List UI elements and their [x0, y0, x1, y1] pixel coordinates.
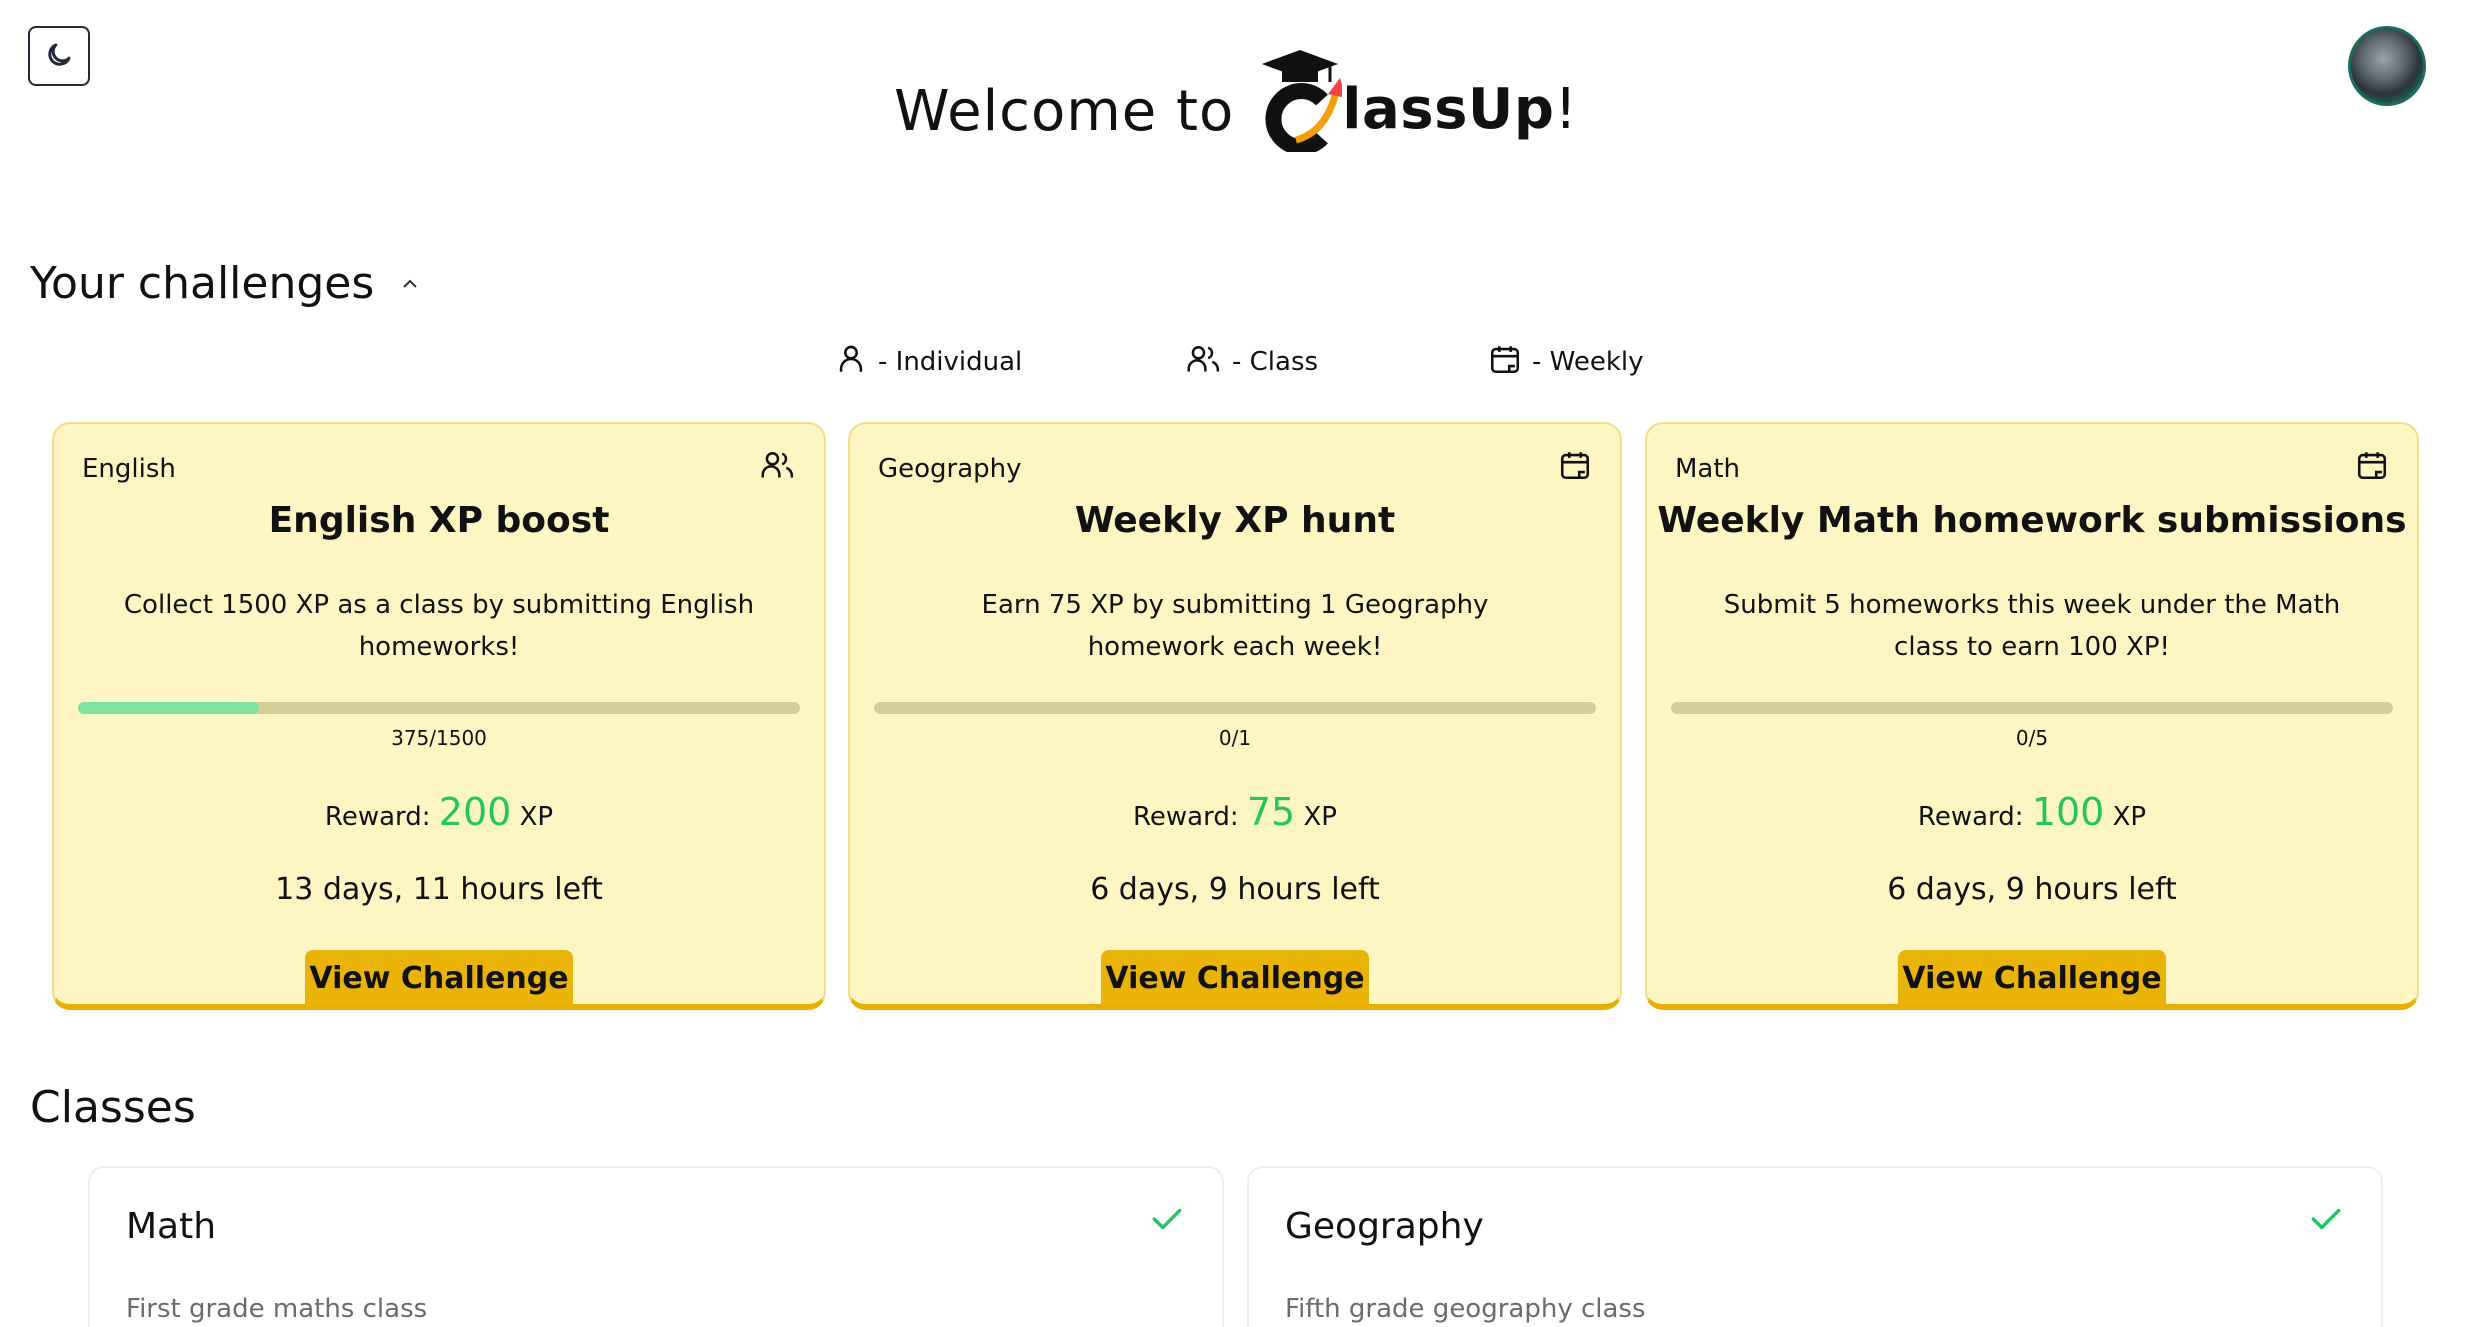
reward-line: Reward: 100 XP — [1647, 790, 2417, 834]
calendar-icon — [1488, 342, 1522, 383]
check-icon — [1150, 1204, 1184, 1238]
progress-fill — [78, 702, 259, 714]
user-icon — [834, 342, 868, 383]
time-left: 6 days, 9 hours left — [1090, 872, 1380, 907]
card-description: Collect 1500 XP as a class by submitting… — [123, 590, 755, 662]
reward-prefix: Reward: — [324, 802, 431, 832]
progress-label: 375/1500 — [391, 726, 487, 750]
card-title: English XP boost — [268, 500, 610, 541]
class-name: Math — [126, 1206, 217, 1247]
user-avatar[interactable] — [2348, 26, 2426, 106]
progress-bar — [78, 702, 800, 714]
view-challenge-button[interactable]: View Challenge — [1898, 950, 2166, 1006]
challenges-title: Your challenges — [30, 258, 375, 309]
card-description: Submit 5 homeworks this week under the M… — [1723, 590, 2341, 662]
classup-logo: lassUp ! — [1256, 42, 1577, 155]
class-card-geography[interactable]: Geography Fifth grade geography class — [1247, 1166, 2383, 1327]
card-subject: English — [82, 454, 176, 484]
users-icon — [1186, 342, 1222, 383]
class-description: First grade maths class — [126, 1294, 428, 1324]
time-left: 13 days, 11 hours left — [275, 872, 603, 907]
classes-title: Classes — [30, 1082, 196, 1133]
check-icon — [2309, 1204, 2343, 1238]
class-name: Geography — [1285, 1206, 1484, 1247]
challenges-section-title[interactable]: Your challenges — [30, 258, 420, 309]
reward-line: Reward: 200 XP — [54, 790, 824, 834]
reward-line: Reward: 75 XP — [850, 790, 1620, 834]
challenge-card: Math Weekly Math homework submissions Su… — [1645, 422, 2419, 1010]
reward-suffix: XP — [2112, 802, 2147, 832]
view-challenge-button[interactable]: View Challenge — [305, 950, 573, 1006]
card-title: Weekly XP hunt — [1074, 500, 1396, 541]
logo-text: lassUp — [1342, 77, 1555, 142]
legend-weekly: - Weekly — [1488, 342, 1644, 382]
progress-bar — [874, 702, 1596, 714]
reward-prefix: Reward: — [1133, 802, 1239, 832]
card-description: Earn 75 XP by submitting 1 Geography hom… — [981, 590, 1489, 662]
page: Welcome to lassUp ! Your challenges - In… — [0, 0, 2471, 1327]
legend-individual: - Individual — [834, 342, 1022, 382]
calendar-icon — [1558, 448, 1592, 486]
class-description: Fifth grade geography class — [1285, 1294, 1646, 1324]
legend-label: - Class — [1232, 347, 1319, 377]
chevron-up-icon[interactable] — [400, 277, 420, 291]
reward-suffix: XP — [519, 802, 554, 832]
users-icon — [760, 448, 796, 486]
reward-value: 75 — [1246, 790, 1296, 834]
progress-label: 0/5 — [2015, 726, 2049, 750]
time-left: 6 days, 9 hours left — [1887, 872, 2177, 907]
classes-section-title: Classes — [30, 1082, 196, 1133]
challenge-card: English English XP boost Collect 1500 XP… — [52, 422, 826, 1010]
card-subject: Geography — [878, 454, 1022, 484]
logo-exclaim: ! — [1554, 77, 1577, 142]
legend-label: - Weekly — [1532, 347, 1644, 377]
legend-label: - Individual — [878, 347, 1023, 377]
welcome-text: Welcome to — [894, 78, 1235, 144]
card-title: Weekly Math homework submissions — [1657, 500, 2407, 541]
reward-prefix: Reward: — [1917, 802, 2024, 832]
class-card-math[interactable]: Math First grade maths class — [88, 1166, 1224, 1327]
reward-value: 100 — [2031, 790, 2105, 834]
challenge-card: Geography Weekly XP hunt Earn 75 XP by s… — [848, 422, 1622, 1010]
progress-bar — [1671, 702, 2393, 714]
reward-suffix: XP — [1303, 802, 1337, 832]
reward-value: 200 — [438, 790, 512, 834]
logo-mark-icon — [1256, 42, 1347, 155]
calendar-icon — [2355, 448, 2389, 486]
card-subject: Math — [1675, 454, 1741, 484]
welcome-heading: Welcome to lassUp ! — [0, 22, 2471, 155]
legend-class: - Class — [1186, 342, 1318, 382]
view-challenge-button[interactable]: View Challenge — [1101, 950, 1369, 1006]
progress-label: 0/1 — [1218, 726, 1252, 750]
